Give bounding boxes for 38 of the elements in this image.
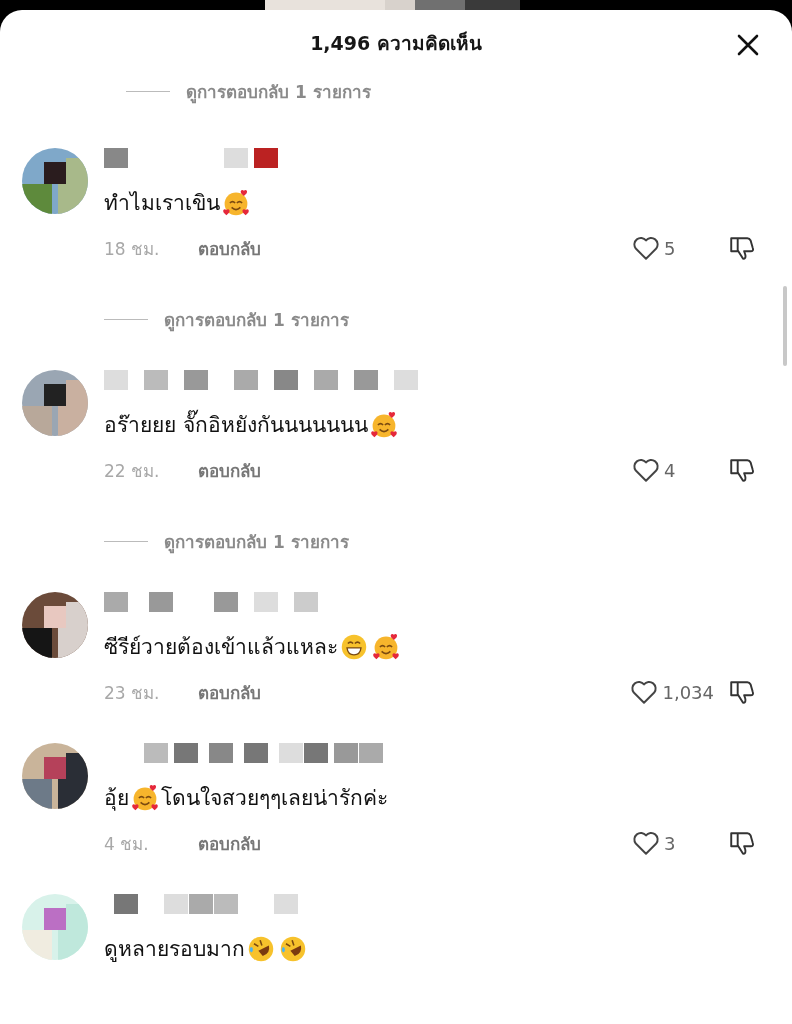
comment-time: 4 ชม.: [104, 832, 150, 856]
like-count: 4: [664, 459, 677, 481]
like-icon[interactable]: [630, 679, 659, 705]
like-count: 5: [664, 237, 677, 259]
reply-link[interactable]: ตอบกลับ: [198, 678, 261, 706]
smiling-face-with-hearts-icon: [372, 633, 400, 661]
comment-text: ดูหลายรอบมาก: [104, 934, 792, 964]
scrollbar[interactable]: [783, 286, 787, 366]
like-icon[interactable]: [632, 235, 660, 261]
laughing-face-icon: [279, 935, 307, 963]
comments-count-title: 1,496 ความคิดเห็น: [310, 30, 482, 56]
grinning-face-icon: [340, 633, 368, 661]
comment-text: ทำไมเราเขิน: [104, 188, 792, 218]
reply-link[interactable]: ตอบกลับ: [198, 234, 261, 262]
like-icon[interactable]: [632, 830, 660, 856]
view-replies-link[interactable]: ดูการตอบกลับ 1 รายการ: [186, 77, 371, 105]
comment-time: 18 ชม.: [104, 237, 161, 261]
dislike-icon[interactable]: [728, 829, 756, 857]
comment-text: ซีรีย์วายต้องเข้าแล้วแหละ: [104, 632, 792, 662]
smiling-face-with-hearts-icon: [131, 784, 159, 812]
like-count: 3: [664, 832, 677, 854]
reply-link[interactable]: ตอบกลับ: [198, 456, 261, 484]
comment-text: อร๊ายยย จั๊กอิหยังกันนนนนนน: [104, 410, 792, 440]
reply-link[interactable]: ตอบกลับ: [198, 829, 261, 857]
like-count: 1,034: [662, 681, 714, 703]
comment-text: อุ้ย โดนใจสวยๆๆเลยน่ารักค่ะ: [104, 783, 389, 813]
comment-time: 23 ชม.: [104, 681, 161, 705]
close-icon[interactable]: [736, 33, 760, 57]
smiling-face-with-hearts-icon: [222, 189, 250, 217]
comment-time: 22 ชม.: [104, 459, 161, 483]
view-replies-link[interactable]: ดูการตอบกลับ 1 รายการ: [164, 527, 349, 555]
view-replies-link[interactable]: ดูการตอบกลับ 1 รายการ: [164, 305, 349, 333]
dislike-icon[interactable]: [728, 456, 756, 484]
smiling-face-with-hearts-icon: [369, 411, 398, 439]
dislike-icon[interactable]: [728, 678, 756, 706]
dislike-icon[interactable]: [728, 234, 756, 262]
like-icon[interactable]: [632, 457, 660, 483]
laughing-face-icon: [247, 935, 275, 963]
